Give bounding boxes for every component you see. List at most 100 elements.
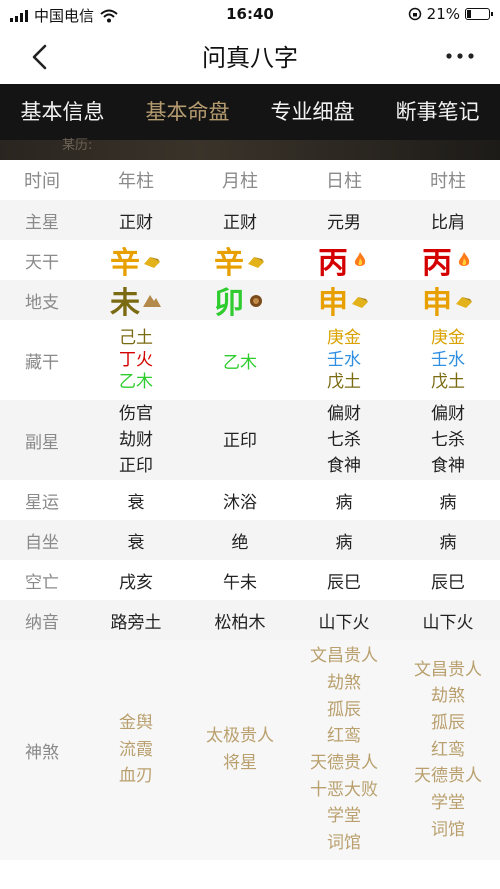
sub-stars-day: 偏财 七杀 食神 xyxy=(292,401,396,479)
nayin-year: 路旁土 xyxy=(110,612,162,633)
row-heavenly-stem: 天干 辛 辛 丙 丙 xyxy=(0,238,500,282)
stem-year-cell: 辛 xyxy=(84,238,188,282)
header-day-pillar: 日柱 xyxy=(326,171,362,192)
tab-bar: 基本信息 基本命盘 专业细盘 断事笔记 xyxy=(0,84,500,140)
orientation-lock-icon xyxy=(408,7,421,21)
header-hour-pillar: 时柱 xyxy=(430,171,466,192)
shensha-item: 天德贵人 xyxy=(414,766,482,787)
main-star-year: 正财 xyxy=(119,212,153,233)
shensha-item: 十恶大败 xyxy=(310,779,378,800)
mountain-icon xyxy=(143,295,161,307)
row-shensha: 神煞 金舆 流霞 血刃 太极贵人 将星 文昌贵人 劫煞 孤辰 红鸾 天德贵人 十… xyxy=(0,640,500,860)
sub-star: 食神 xyxy=(431,456,465,476)
row-hidden-stems: 藏干 己土 丁火 乙木 乙木 庚金 壬水 戊土 庚金 壬水 戊土 xyxy=(0,320,500,400)
shensha-year: 金舆 流霞 血刃 xyxy=(84,710,188,790)
main-star-day: 元男 xyxy=(327,212,361,233)
nayin-month: 松柏木 xyxy=(214,612,266,633)
shensha-item: 天德贵人 xyxy=(310,753,378,773)
battery-percent: 21% xyxy=(426,5,460,23)
hidden-stem: 庚金 xyxy=(431,328,465,348)
row-label: 天干 xyxy=(25,252,59,273)
tab-notes[interactable]: 断事笔记 xyxy=(375,84,500,140)
self-seat-hour: 病 xyxy=(439,532,457,553)
battery-icon xyxy=(465,8,493,20)
bazi-table: 时间 年柱 月柱 日柱 时柱 主星 正财 正财 元男 比肩 天干 辛 辛 丙 丙… xyxy=(0,160,500,860)
shensha-item: 太极贵人 xyxy=(206,726,274,747)
hidden-stem: 戊土 xyxy=(431,372,465,392)
shensha-hour: 文昌贵人 劫煞 孤辰 红鸾 天德贵人 学堂 词馆 xyxy=(396,657,500,844)
shensha-item: 劫煞 xyxy=(327,672,361,693)
shensha-month: 太极贵人 将星 xyxy=(188,723,292,776)
void-hour: 辰巳 xyxy=(431,572,465,593)
shensha-item: 文昌贵人 xyxy=(310,646,378,667)
branch-month: 卯 xyxy=(214,286,244,321)
hidden-stem: 戊土 xyxy=(327,372,361,392)
shensha-item: 金舆 xyxy=(119,712,153,733)
status-right: 21% xyxy=(408,5,493,23)
more-icon[interactable] xyxy=(444,44,476,68)
sub-star: 偏财 xyxy=(327,404,361,424)
shensha-item: 劫煞 xyxy=(431,686,465,707)
row-label: 纳音 xyxy=(25,612,59,633)
shensha-item: 孤辰 xyxy=(431,712,465,733)
stem-month: 辛 xyxy=(214,246,244,281)
tab-detailed-chart[interactable]: 专业细盘 xyxy=(250,84,375,140)
wood-icon xyxy=(250,295,262,307)
tab-basic-chart[interactable]: 基本命盘 xyxy=(125,84,250,140)
void-month: 午未 xyxy=(223,572,257,593)
gold-ingot-icon xyxy=(144,257,160,268)
shensha-item: 血刃 xyxy=(119,766,153,787)
branch-year-cell: 未 xyxy=(84,278,188,322)
row-star-fortune: 星运 衰 沐浴 病 病 xyxy=(0,480,500,520)
hidden-stems-day: 庚金 壬水 戊土 xyxy=(292,327,396,393)
tab-basic-info[interactable]: 基本信息 xyxy=(0,84,125,140)
header-year-pillar: 年柱 xyxy=(118,171,154,192)
banner-partial-text: 某历: xyxy=(62,138,93,153)
row-label: 地支 xyxy=(25,292,59,313)
stem-day: 丙 xyxy=(318,246,348,281)
shensha-item: 红鸾 xyxy=(431,739,465,760)
row-nayin: 纳音 路旁土 松柏木 山下火 山下火 xyxy=(0,600,500,640)
star-fortune-hour: 病 xyxy=(439,492,457,513)
row-label: 神煞 xyxy=(25,742,59,763)
row-sub-stars: 副星 伤官 劫财 正印 正印 偏财 七杀 食神 偏财 七杀 食神 xyxy=(0,400,500,480)
row-label: 自坐 xyxy=(25,532,59,553)
table-header-row: 时间 年柱 月柱 日柱 时柱 xyxy=(0,160,500,200)
star-fortune-month: 沐浴 xyxy=(223,492,257,513)
self-seat-year: 衰 xyxy=(127,532,145,553)
fire-icon xyxy=(458,252,470,266)
branch-hour: 申 xyxy=(422,286,452,321)
nayin-day: 山下火 xyxy=(318,612,370,633)
sub-star: 正印 xyxy=(223,431,257,451)
sub-stars-year: 伤官 劫财 正印 xyxy=(84,401,188,479)
branch-day: 申 xyxy=(318,286,348,321)
gold-ingot-icon xyxy=(456,297,472,308)
row-label: 空亡 xyxy=(25,572,59,593)
shensha-item: 词馆 xyxy=(431,819,465,840)
row-earthly-branch: 地支 未 卯 申 申 xyxy=(0,278,500,322)
hidden-stem: 庚金 xyxy=(327,328,361,348)
row-label: 主星 xyxy=(25,212,59,233)
void-year: 戌亥 xyxy=(119,572,153,593)
battery-fill xyxy=(467,10,471,18)
gold-ingot-icon xyxy=(352,297,368,308)
status-bar: 中国电信 16:40 21% xyxy=(0,0,500,28)
stem-month-cell: 辛 xyxy=(188,238,292,282)
row-label: 星运 xyxy=(25,492,59,513)
stem-hour: 丙 xyxy=(422,246,452,281)
row-main-star: 主星 正财 正财 元男 比肩 xyxy=(0,200,500,240)
row-self-seat: 自坐 衰 绝 病 病 xyxy=(0,520,500,560)
hidden-stem: 壬水 xyxy=(327,350,361,370)
shensha-item: 词馆 xyxy=(327,833,361,854)
sub-star: 偏财 xyxy=(431,404,465,424)
header-month-pillar: 月柱 xyxy=(222,171,258,192)
sub-star: 七杀 xyxy=(431,430,465,450)
shensha-item: 流霞 xyxy=(119,739,153,760)
stem-day-cell: 丙 xyxy=(292,238,396,282)
branch-year: 未 xyxy=(110,286,140,321)
stem-hour-cell: 丙 xyxy=(396,238,500,282)
shensha-item: 学堂 xyxy=(327,806,361,827)
gold-ingot-icon xyxy=(248,257,264,268)
star-fortune-day: 病 xyxy=(335,492,353,513)
hidden-stems-hour: 庚金 壬水 戊土 xyxy=(396,327,500,393)
